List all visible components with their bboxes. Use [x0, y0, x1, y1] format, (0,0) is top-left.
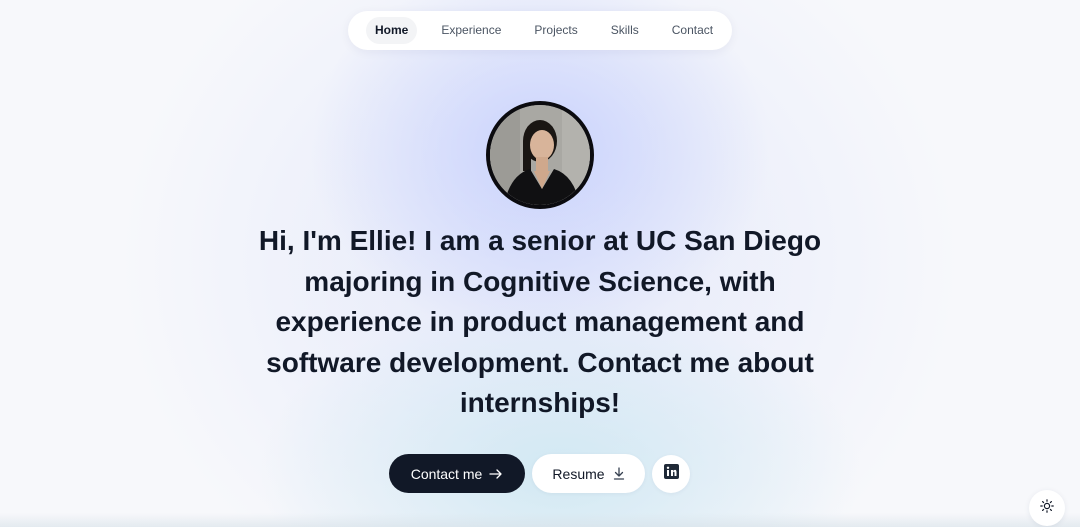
linkedin-icon — [663, 464, 679, 484]
contact-me-label: Contact me — [410, 465, 483, 482]
download-icon — [613, 467, 625, 480]
theme-toggle-button[interactable] — [1029, 490, 1065, 526]
profile-avatar — [486, 101, 594, 209]
profile-photo-image — [490, 105, 590, 205]
hero-headline: Hi, I'm Ellie! I am a senior at UC San D… — [258, 225, 822, 418]
resume-label: Resume — [552, 465, 605, 482]
nav-item-skills[interactable]: Skills — [602, 17, 648, 44]
nav-item-contact[interactable]: Contact — [663, 17, 722, 44]
sun-icon — [1040, 498, 1054, 518]
top-navigation: Home Experience Projects Skills Contact — [348, 11, 732, 50]
bottom-shade — [0, 513, 1080, 527]
nav-item-experience[interactable]: Experience — [432, 17, 510, 44]
nav-item-projects[interactable]: Projects — [525, 17, 586, 44]
linkedin-button[interactable] — [652, 455, 690, 493]
arrow-right-icon — [489, 468, 503, 479]
contact-me-button[interactable]: Contact me — [389, 454, 525, 493]
resume-download-button[interactable]: Resume — [532, 454, 645, 493]
nav-item-home[interactable]: Home — [366, 17, 418, 44]
